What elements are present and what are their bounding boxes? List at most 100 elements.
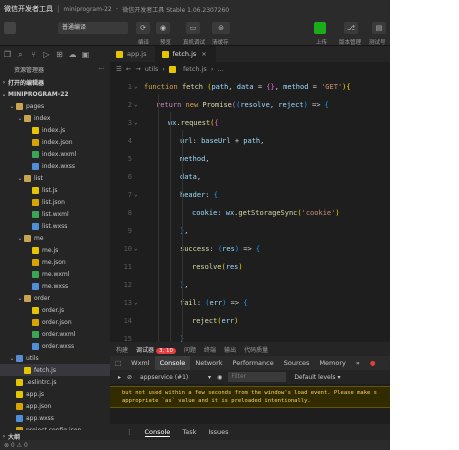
chevron-down-icon[interactable]: ▾: [338, 374, 341, 381]
breadcrumb-symbol[interactable]: ...: [217, 65, 223, 73]
layout-icon[interactable]: ▣: [81, 50, 90, 59]
real-debug-icon[interactable]: ▭: [186, 22, 200, 34]
devtools-tab[interactable]: Console: [154, 356, 191, 370]
file-item[interactable]: order.js: [0, 304, 110, 316]
open-editors-section[interactable]: › 打开的编辑器: [0, 76, 110, 88]
drawer-tab[interactable]: Console: [144, 428, 171, 437]
test-icon[interactable]: ▤: [372, 22, 386, 34]
file-item[interactable]: list.wxss: [0, 220, 110, 232]
extensions-icon[interactable]: ⊞: [55, 50, 64, 59]
test-account-button[interactable]: 测试号: [369, 38, 386, 46]
context-select[interactable]: appservice (#1): [140, 374, 208, 381]
folder-item[interactable]: ⌄ utils: [0, 352, 110, 364]
fold-chevron-icon[interactable]: ⌄: [134, 242, 138, 256]
panel-tab[interactable]: 代码质量: [244, 345, 268, 354]
error-indicator-icon[interactable]: ●: [365, 356, 381, 370]
forward-icon[interactable]: →: [135, 65, 140, 73]
file-item[interactable]: order.json: [0, 316, 110, 328]
sidebar-toggle-icon[interactable]: ▸: [118, 374, 121, 381]
devtools-tab[interactable]: Performance: [228, 356, 279, 370]
version-icon[interactable]: ⎇: [344, 22, 358, 34]
file-item[interactable]: app.wxss: [0, 412, 110, 424]
file-item[interactable]: index.wxml: [0, 148, 110, 160]
source-control-icon[interactable]: ⑂: [29, 50, 38, 59]
file-item[interactable]: fetch.js: [0, 364, 110, 376]
tab-app-js[interactable]: app.js: [110, 46, 156, 62]
fold-chevron-icon[interactable]: ⌄: [134, 296, 138, 310]
more-icon[interactable]: ···: [98, 66, 104, 73]
file-item[interactable]: index.json: [0, 136, 110, 148]
problems-count[interactable]: ⊗ 0 ⚠ 0: [4, 442, 28, 449]
cloud-icon[interactable]: ☁: [68, 50, 77, 59]
code-editor[interactable]: 1 ⌄ function fetch (path, data = {}, metho…: [110, 76, 390, 342]
debug-icon[interactable]: ▷: [42, 50, 51, 59]
eye-icon[interactable]: ◉: [217, 374, 222, 381]
outline-row[interactable]: › 大纲: [0, 430, 110, 441]
devtools-tab[interactable]: Network: [190, 356, 227, 370]
file-item[interactable]: order.wxss: [0, 340, 110, 352]
compile-icon[interactable]: ⟳: [136, 22, 150, 34]
folder-item[interactable]: ⌄ order: [0, 292, 110, 304]
drawer-menu-icon[interactable]: ⋮: [126, 428, 133, 436]
file-item[interactable]: app.json: [0, 400, 110, 412]
file-item[interactable]: list.js: [0, 184, 110, 196]
folder-item[interactable]: ⌄ index: [0, 112, 110, 124]
drawer-tab[interactable]: Issues: [208, 428, 228, 436]
more-tabs-icon[interactable]: »: [351, 356, 365, 370]
clear-cache-button[interactable]: 清缓存: [212, 38, 229, 46]
file-item[interactable]: order.wxml: [0, 328, 110, 340]
project-section[interactable]: ⌄ MINIPROGRAM-22: [0, 88, 110, 100]
devtools-tab[interactable]: Sources: [279, 356, 315, 370]
clear-console-icon[interactable]: ⊘: [127, 374, 132, 381]
folder-item[interactable]: ⌄ me: [0, 232, 110, 244]
back-icon[interactable]: ←: [126, 65, 131, 73]
tab-fetch-js[interactable]: fetch.js ×: [155, 46, 216, 62]
file-item[interactable]: index.wxss: [0, 160, 110, 172]
devtools-tab[interactable]: Wxml: [126, 356, 154, 370]
preview-icon[interactable]: ◉: [156, 22, 170, 34]
search-icon[interactable]: ⌕: [16, 50, 25, 59]
inspect-icon[interactable]: ⬚: [110, 356, 126, 370]
folder-item[interactable]: ⌄ list: [0, 172, 110, 184]
devtools-tab[interactable]: Memory: [314, 356, 350, 370]
files-icon[interactable]: ❐: [3, 50, 12, 59]
panel-tab[interactable]: 输出: [224, 345, 236, 354]
file-item[interactable]: me.wxml: [0, 268, 110, 280]
file-item[interactable]: .eslintrc.js: [0, 376, 110, 388]
panel-tab[interactable]: 终端: [204, 345, 216, 354]
panel-tab[interactable]: 调试器 3, 10: [136, 345, 177, 354]
avatar[interactable]: [4, 22, 16, 34]
folder-item[interactable]: ⌄ pages: [0, 100, 110, 112]
compile-button[interactable]: 编译: [138, 38, 149, 46]
preview-button[interactable]: 预览: [160, 38, 171, 46]
breadcrumb-folder[interactable]: utils: [145, 65, 159, 73]
panel-tab[interactable]: 问题: [184, 345, 196, 354]
compile-mode-select[interactable]: 普通编译: [58, 22, 128, 34]
drawer-tab[interactable]: Task: [182, 428, 196, 436]
chevron-down-icon[interactable]: ▾: [208, 374, 211, 381]
file-item[interactable]: me.js: [0, 244, 110, 256]
upload-button[interactable]: 上传: [316, 38, 327, 46]
fold-chevron-icon[interactable]: ⌄: [134, 98, 138, 112]
close-icon[interactable]: ×: [201, 50, 206, 58]
clear-cache-icon[interactable]: ⊜: [212, 22, 230, 34]
file-item[interactable]: me.json: [0, 256, 110, 268]
file-item[interactable]: list.wxml: [0, 208, 110, 220]
file-item[interactable]: me.wxss: [0, 280, 110, 292]
file-item[interactable]: app.js: [0, 388, 110, 400]
real-debug-button[interactable]: 真机调试: [183, 38, 205, 46]
fold-chevron-icon[interactable]: ⌄: [134, 80, 138, 94]
outline-section[interactable]: › 大纲: [0, 430, 110, 440]
upload-icon[interactable]: [314, 22, 326, 34]
file-item[interactable]: list.json: [0, 196, 110, 208]
version-button[interactable]: 版本管理: [339, 38, 361, 46]
breadcrumb-file[interactable]: fetch.js: [183, 65, 207, 73]
console-filter-input[interactable]: [228, 372, 287, 382]
code-line: 4 url: baseUrl + path,: [110, 134, 390, 148]
fold-chevron-icon[interactable]: ⌄: [134, 116, 138, 130]
file-item[interactable]: index.js: [0, 124, 110, 136]
menu-icon[interactable]: ☰: [116, 65, 122, 73]
log-levels-select[interactable]: Default levels: [294, 374, 335, 381]
panel-tab[interactable]: 构建: [116, 345, 128, 354]
fold-chevron-icon[interactable]: ⌄: [134, 188, 138, 202]
